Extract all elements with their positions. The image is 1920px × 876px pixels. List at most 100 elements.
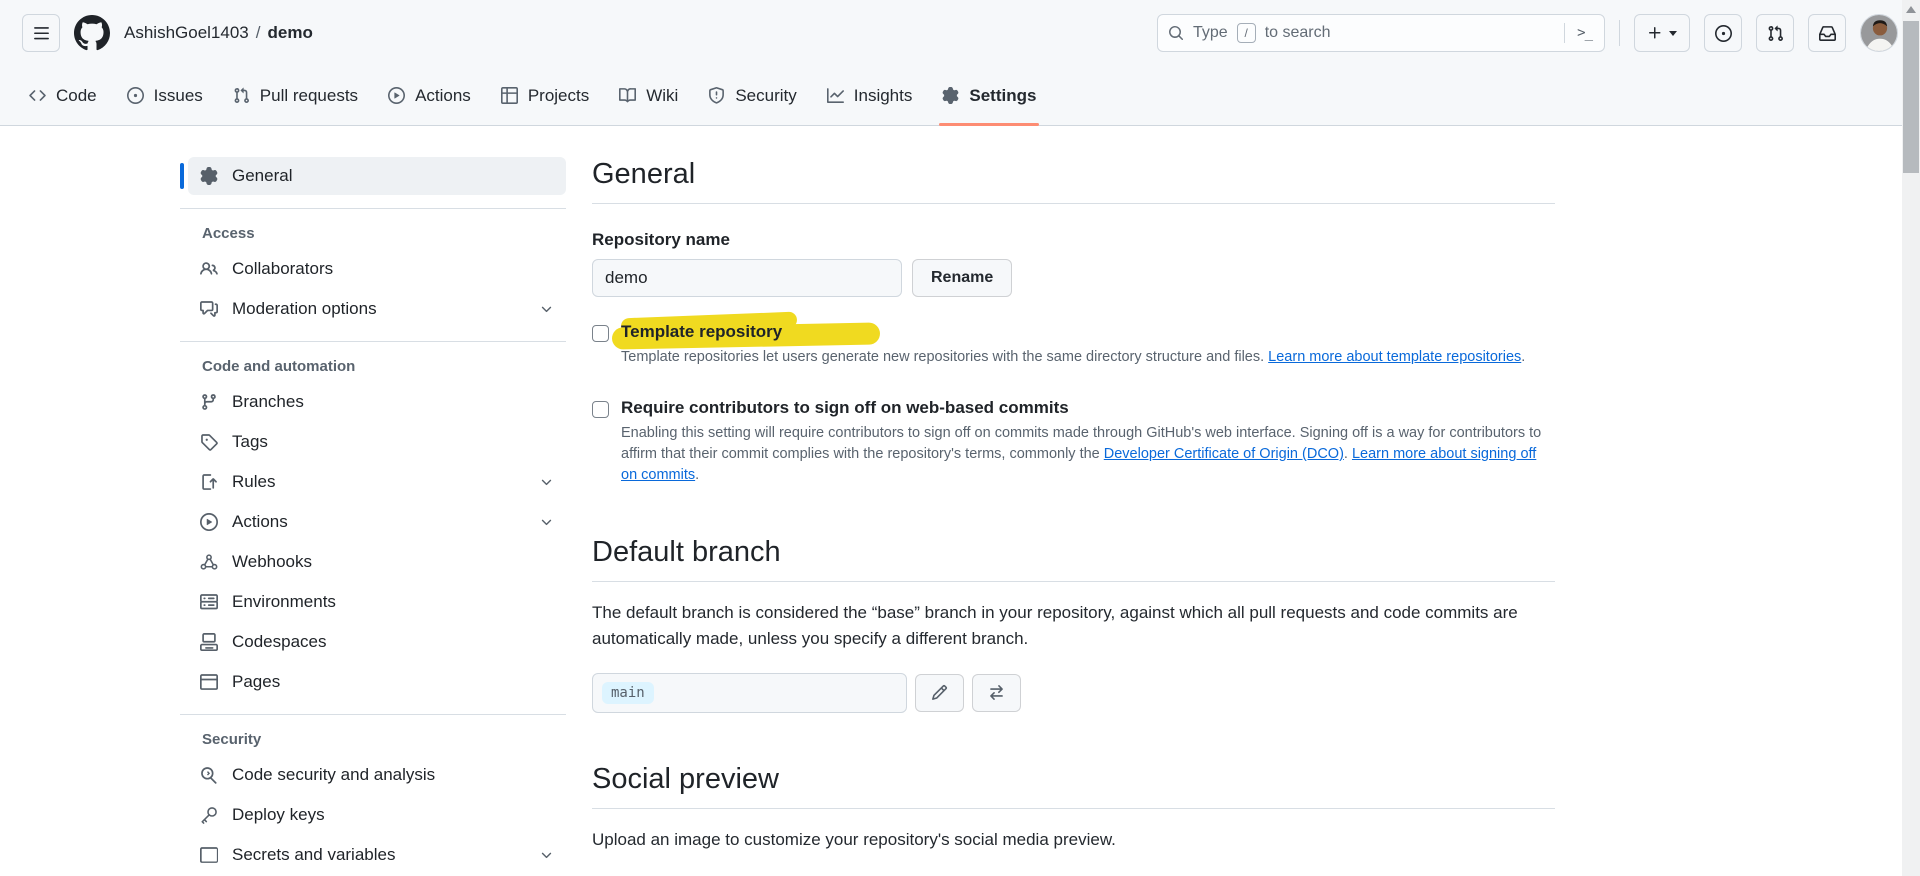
sidebar-section-code-automation: Code and automation (180, 358, 566, 375)
rename-branch-button[interactable] (915, 674, 964, 712)
tab-code[interactable]: Code (14, 66, 112, 125)
chevron-down-icon (539, 302, 554, 317)
chevron-down-icon (1669, 31, 1677, 36)
sidebar-section-security: Security (180, 731, 566, 748)
sidebar-item-secrets-variables[interactable]: Secrets and variables (188, 836, 566, 874)
sidebar-item-label: Codespaces (232, 632, 327, 652)
header-divider (1619, 20, 1620, 46)
pull-requests-dashboard-button[interactable] (1756, 14, 1794, 52)
tab-label: Pull requests (260, 86, 358, 106)
server-icon (200, 593, 218, 611)
tab-settings[interactable]: Settings (927, 66, 1051, 125)
sidebar-item-codespaces[interactable]: Codespaces (188, 623, 566, 661)
branch-name-chip: main (602, 682, 654, 704)
sidebar-item-code-security[interactable]: Code security and analysis (188, 756, 566, 794)
codespaces-icon (200, 633, 218, 651)
plus-icon (1647, 25, 1663, 41)
tab-label: Wiki (646, 86, 678, 106)
vertical-scrollbar (1902, 0, 1920, 876)
tab-pull-requests[interactable]: Pull requests (218, 66, 373, 125)
sidebar-item-label: Secrets and variables (232, 845, 395, 865)
tab-issues[interactable]: Issues (112, 66, 218, 125)
switch-branch-button[interactable] (972, 674, 1021, 712)
sidebar-divider (180, 208, 566, 209)
tab-wiki[interactable]: Wiki (604, 66, 693, 125)
breadcrumb-owner-link[interactable]: AshishGoel1403 (124, 23, 249, 43)
note-text: Template repositories let users generate… (621, 349, 1264, 365)
sidebar-item-branches[interactable]: Branches (188, 383, 566, 421)
sidebar-divider (180, 714, 566, 715)
chevron-down-icon (539, 475, 554, 490)
comment-discussion-icon (200, 300, 218, 318)
scrollbar-up-arrow[interactable] (1906, 6, 1916, 13)
dco-link[interactable]: Developer Certificate of Origin (DCO) (1104, 446, 1344, 462)
create-new-button[interactable] (1634, 14, 1690, 52)
signoff-label[interactable]: Require contributors to sign off on web-… (621, 398, 1069, 417)
rename-button[interactable]: Rename (912, 259, 1012, 297)
sidebar-item-environments[interactable]: Environments (188, 583, 566, 621)
arrow-switch-icon (988, 684, 1005, 701)
default-branch-input[interactable]: main (592, 673, 907, 713)
sidebar-item-actions[interactable]: Actions (188, 503, 566, 541)
people-icon (200, 260, 218, 278)
issue-opened-icon (127, 87, 144, 104)
template-repositories-link[interactable]: Learn more about template repositories (1268, 349, 1521, 365)
section-divider (592, 581, 1555, 582)
tab-label: Issues (154, 86, 203, 106)
sidebar-item-collaborators[interactable]: Collaborators (188, 250, 566, 288)
sidebar-item-rules[interactable]: Rules (188, 463, 566, 501)
sidebar-item-label: Branches (232, 392, 304, 412)
github-logo[interactable] (74, 15, 110, 51)
play-icon (388, 87, 405, 104)
inbox-button[interactable] (1808, 14, 1846, 52)
key-icon (200, 806, 218, 824)
sidebar-item-label: Code security and analysis (232, 765, 435, 785)
scrollbar-thumb[interactable] (1903, 21, 1919, 173)
avatar-photo (1861, 15, 1898, 52)
breadcrumb-repo-link[interactable]: demo (268, 23, 313, 43)
github-mark-icon (74, 15, 110, 51)
sidebar-item-label: Webhooks (232, 552, 312, 572)
sidebar-item-moderation-options[interactable]: Moderation options (188, 290, 566, 328)
sidebar-item-deploy-keys[interactable]: Deploy keys (188, 796, 566, 834)
browser-viewport: AshishGoel1403 / demo Type / to search >… (0, 0, 1920, 876)
sidebar-section-access: Access (180, 225, 566, 242)
tab-label: Security (735, 86, 796, 106)
sidebar-item-general[interactable]: General (188, 157, 566, 195)
sidebar-divider (180, 341, 566, 342)
sidebar-item-pages[interactable]: Pages (188, 663, 566, 701)
tab-actions[interactable]: Actions (373, 66, 486, 125)
command-palette-icon[interactable]: >_ (1564, 23, 1594, 43)
tab-insights[interactable]: Insights (812, 66, 928, 125)
tab-projects[interactable]: Projects (486, 66, 604, 125)
template-repository-label[interactable]: Template repository (621, 322, 782, 341)
search-placeholder-suffix: to search (1265, 24, 1331, 42)
chevron-down-icon (539, 848, 554, 863)
sidebar-item-label: Pages (232, 672, 280, 692)
browser-icon (200, 673, 218, 691)
tab-security[interactable]: Security (693, 66, 811, 125)
inbox-icon (1819, 25, 1836, 42)
user-avatar[interactable] (1860, 14, 1898, 52)
tab-label: Insights (854, 86, 913, 106)
general-heading: General (592, 158, 1555, 191)
git-pull-request-icon (233, 87, 250, 104)
template-repository-checkbox[interactable] (592, 325, 609, 342)
signoff-checkbox[interactable] (592, 401, 609, 418)
code-icon (29, 87, 46, 104)
issues-dashboard-button[interactable] (1704, 14, 1742, 52)
section-divider (592, 203, 1555, 204)
tab-label: Projects (528, 86, 589, 106)
repo-tab-nav: Code Issues Pull requests Actions Projec… (0, 66, 1920, 126)
hamburger-menu-button[interactable] (22, 14, 60, 52)
sidebar-item-tags[interactable]: Tags (188, 423, 566, 461)
breadcrumb: AshishGoel1403 / demo (124, 23, 313, 43)
breadcrumb-separator: / (256, 23, 261, 43)
graph-icon (827, 87, 844, 104)
repository-name-input[interactable] (592, 259, 902, 297)
sidebar-item-label: Deploy keys (232, 805, 325, 825)
table-icon (501, 87, 518, 104)
sidebar-item-webhooks[interactable]: Webhooks (188, 543, 566, 581)
global-search-input[interactable]: Type / to search >_ (1157, 14, 1605, 52)
signoff-setting: Require contributors to sign off on web-… (592, 398, 1555, 486)
